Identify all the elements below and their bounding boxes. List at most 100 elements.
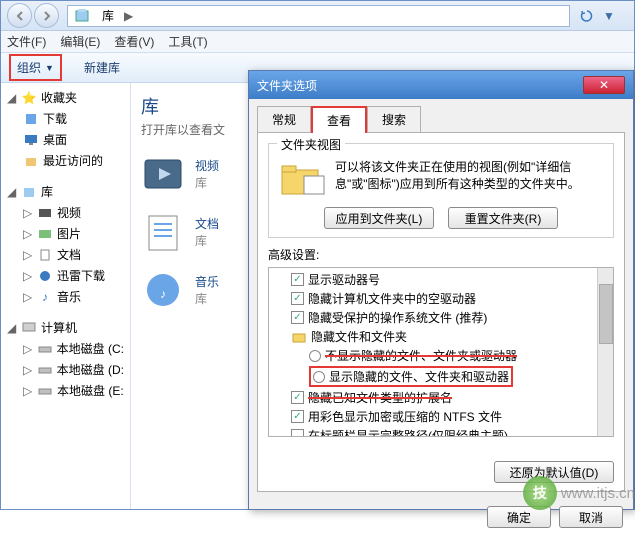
- advanced-option[interactable]: ✓ 隐藏已知文件类型的扩展名: [273, 388, 609, 407]
- tab-strip: 常规 查看 搜索: [249, 99, 633, 132]
- nav-computer[interactable]: ◢计算机: [3, 317, 128, 338]
- restore-defaults-button[interactable]: 还原为默认值(D): [494, 461, 614, 483]
- window-titlebar: 库 ▶ ▼: [1, 1, 634, 31]
- nav-libraries[interactable]: ◢库: [3, 181, 128, 202]
- option-label: 隐藏计算机文件夹中的空驱动器: [308, 290, 476, 307]
- nav-favorites[interactable]: ◢⭐收藏夹: [3, 87, 128, 108]
- nav-back-button[interactable]: [7, 3, 32, 28]
- dialog-title: 文件夹选项: [257, 77, 317, 94]
- svg-text:♪: ♪: [160, 287, 166, 301]
- option-label: 隐藏受保护的操作系统文件 (推荐): [308, 309, 487, 326]
- tab-body: 文件夹视图 可以将该文件夹正在使用的视图(例如"详细信息"或"图标")应用到所有…: [257, 132, 625, 492]
- nav-music[interactable]: ▷♪音乐: [3, 286, 128, 307]
- music-icon: ♪: [37, 289, 53, 305]
- option-label: 显示驱动器号: [308, 271, 380, 288]
- advanced-option[interactable]: 在标题栏显示完整路径(仅限经典主题): [273, 426, 609, 437]
- nav-desktop[interactable]: 桌面: [3, 129, 128, 150]
- checkbox-icon[interactable]: [291, 429, 304, 437]
- folder-views-group: 文件夹视图 可以将该文件夹正在使用的视图(例如"详细信息"或"图标")应用到所有…: [268, 143, 614, 238]
- picture-icon: [37, 226, 53, 242]
- scrollbar-thumb[interactable]: [599, 284, 613, 344]
- checkbox-icon[interactable]: ✓: [291, 391, 304, 404]
- advanced-option[interactable]: ✓ 显示驱动器号: [273, 270, 609, 289]
- star-icon: ⭐: [21, 90, 37, 106]
- nav-forward-button[interactable]: [34, 3, 59, 28]
- checkbox-icon[interactable]: ✓: [291, 292, 304, 305]
- menu-file[interactable]: 文件(F): [7, 33, 46, 50]
- dialog-footer: 确定 取消: [249, 500, 633, 534]
- group-description: 可以将该文件夹正在使用的视图(例如"详细信息"或"图标")应用到所有这种类型的文…: [335, 159, 605, 201]
- advanced-label: 高级设置:: [268, 246, 614, 263]
- advanced-settings-box: ✓ 显示驱动器号 ✓ 隐藏计算机文件夹中的空驱动器 ✓ 隐藏受保护的操作系统文件 (推荐)…: [268, 267, 614, 437]
- nav-recent[interactable]: 最近访问的: [3, 150, 128, 171]
- nav-downloads[interactable]: 下载: [3, 108, 128, 129]
- library-icon: [21, 184, 37, 200]
- nav-disk-d[interactable]: ▷本地磁盘 (D:: [3, 359, 128, 380]
- nav-disk-c[interactable]: ▷本地磁盘 (C:: [3, 338, 128, 359]
- folder-view-icon: [277, 159, 327, 201]
- download-icon: [23, 111, 39, 127]
- ok-button[interactable]: 确定: [487, 506, 551, 528]
- tab-search[interactable]: 搜索: [367, 106, 421, 133]
- computer-icon: [21, 320, 37, 336]
- organize-button[interactable]: 组织 ▼: [9, 54, 62, 81]
- checkbox-icon[interactable]: ✓: [291, 273, 304, 286]
- menu-edit[interactable]: 编辑(E): [60, 33, 100, 50]
- thunder-icon: [37, 268, 53, 284]
- nav-videos[interactable]: ▷视频: [3, 202, 128, 223]
- menu-view[interactable]: 查看(V): [114, 33, 154, 50]
- close-icon: ✕: [599, 78, 609, 92]
- dropdown-button[interactable]: ▼: [598, 5, 620, 27]
- advanced-option[interactable]: 显示隐藏的文件、文件夹和驱动器: [273, 365, 609, 388]
- radio-icon[interactable]: [309, 350, 321, 362]
- reset-folders-button[interactable]: 重置文件夹(R): [448, 207, 558, 229]
- option-label: 不显示隐藏的文件、文件夹或驱动器: [325, 347, 517, 364]
- video-library-icon: [141, 152, 185, 196]
- radio-icon[interactable]: [313, 371, 325, 383]
- advanced-option[interactable]: ✓ 用彩色显示加密或压缩的 NTFS 文件: [273, 407, 609, 426]
- document-icon: [37, 247, 53, 263]
- document-library-icon: [141, 210, 185, 254]
- checkbox-icon[interactable]: ✓: [291, 311, 304, 324]
- breadcrumb-item[interactable]: 库: [96, 6, 120, 26]
- apply-to-folders-button[interactable]: 应用到文件夹(L): [324, 207, 434, 229]
- option-label: 用彩色显示加密或压缩的 NTFS 文件: [308, 408, 502, 425]
- menu-tools[interactable]: 工具(T): [168, 33, 207, 50]
- dialog-titlebar[interactable]: 文件夹选项 ✕: [249, 71, 633, 99]
- nav-thunder[interactable]: ▷迅雷下载: [3, 265, 128, 286]
- new-library-button[interactable]: 新建库: [78, 56, 126, 79]
- scrollbar[interactable]: [597, 268, 613, 436]
- highlighted-option[interactable]: 显示隐藏的文件、文件夹和驱动器: [309, 366, 513, 387]
- new-library-label: 新建库: [84, 59, 120, 76]
- advanced-option[interactable]: 隐藏文件和文件夹: [273, 327, 609, 346]
- nav-tree: ◢⭐收藏夹 下载 桌面 最近访问的 ◢库 ▷视频 ▷图片 ▷文档 ▷迅雷下载 ▷…: [1, 83, 131, 509]
- checkbox-icon[interactable]: ✓: [291, 410, 304, 423]
- drive-icon: [37, 383, 53, 399]
- chevron-down-icon: ▼: [45, 63, 54, 73]
- organize-label: 组织: [17, 59, 41, 76]
- option-label: 隐藏文件和文件夹: [311, 328, 407, 345]
- address-bar[interactable]: 库 ▶: [67, 5, 570, 27]
- option-label: 在标题栏显示完整路径(仅限经典主题): [308, 427, 508, 437]
- nav-disk-e[interactable]: ▷本地磁盘 (E:: [3, 380, 128, 401]
- advanced-option[interactable]: ✓ 隐藏受保护的操作系统文件 (推荐): [273, 308, 609, 327]
- advanced-option[interactable]: 不显示隐藏的文件、文件夹或驱动器: [273, 346, 609, 365]
- folder-options-dialog: 文件夹选项 ✕ 常规 查看 搜索 文件夹视图 可以将该文件夹正在使用的视图(例如…: [248, 70, 634, 510]
- nav-pictures[interactable]: ▷图片: [3, 223, 128, 244]
- breadcrumb-arrow[interactable]: ▶: [120, 9, 137, 23]
- library-icon: [74, 8, 90, 24]
- advanced-option[interactable]: ✓ 隐藏计算机文件夹中的空驱动器: [273, 289, 609, 308]
- cancel-button[interactable]: 取消: [559, 506, 623, 528]
- menubar: 文件(F) 编辑(E) 查看(V) 工具(T): [1, 31, 634, 53]
- close-button[interactable]: ✕: [583, 76, 625, 94]
- tab-view[interactable]: 查看: [311, 106, 367, 133]
- group-title: 文件夹视图: [277, 136, 345, 153]
- option-label: 隐藏已知文件类型的扩展名: [308, 389, 452, 406]
- refresh-button[interactable]: [576, 5, 598, 27]
- folder-icon: [291, 329, 307, 345]
- option-label: 显示隐藏的文件、文件夹和驱动器: [329, 368, 509, 385]
- video-icon: [37, 205, 53, 221]
- tab-general[interactable]: 常规: [257, 106, 311, 133]
- nav-documents[interactable]: ▷文档: [3, 244, 128, 265]
- drive-icon: [37, 362, 53, 378]
